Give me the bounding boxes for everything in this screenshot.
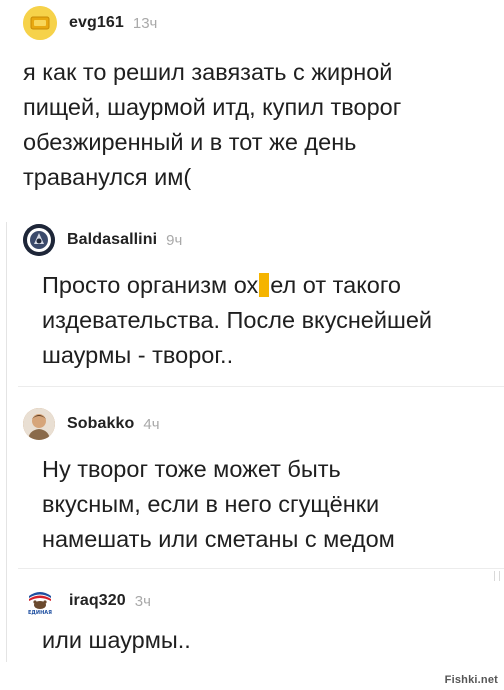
comment-line: шаурмы - творог.. — [42, 342, 234, 368]
comment-line: намешать или сметаны с медом — [42, 526, 395, 552]
username[interactable]: Baldasallini — [67, 231, 157, 249]
username[interactable]: evg161 — [69, 14, 124, 32]
timestamp: 9ч — [166, 231, 183, 249]
comment-line: пищей, шаурмой итд, купил творог — [23, 94, 402, 120]
user-photo-avatar-icon[interactable] — [23, 408, 55, 440]
username[interactable]: iraq320 — [69, 592, 126, 610]
comment-line: Просто организм ох ел от такого — [42, 268, 432, 303]
comment-header: Sobakko 4ч — [23, 408, 160, 440]
comment-segment: ел от такого — [270, 272, 401, 298]
thread-line — [6, 222, 7, 662]
scroll-indicator[interactable] — [494, 571, 500, 581]
username[interactable]: Sobakko — [67, 415, 134, 433]
watermark: Fishki.net — [444, 674, 498, 686]
divider — [18, 568, 504, 569]
timestamp: 13ч — [132, 14, 158, 32]
comment-header: Baldasallini 9ч — [23, 224, 182, 256]
comment-text: Ну творог тоже может быть вкусным, если … — [42, 452, 395, 557]
comment-line: траванулся им( — [23, 164, 192, 190]
comment-text: я как то решил завязать с жирной пищей, … — [23, 55, 401, 195]
comment-segment: Просто организм ох — [42, 272, 259, 298]
round-emblem-avatar-icon[interactable] — [23, 224, 55, 256]
comment-line: вкусным, если в него сгущёнки — [42, 491, 380, 517]
yellow-card-avatar-icon[interactable] — [23, 6, 57, 40]
comment-line: я как то решил завязать с жирной — [23, 59, 393, 85]
comment-header: evg161 13ч — [23, 6, 157, 40]
divider — [18, 386, 504, 387]
comment-text: Просто организм ох ел от такого издевател… — [42, 268, 432, 373]
comment-line: Ну творог тоже может быть — [42, 456, 341, 482]
comment-line: или шаурмы.. — [42, 627, 191, 653]
comment-header: ЕДИНАЯ iraq320 3ч — [23, 584, 151, 618]
comment-line: издевательства. После вкуснейшей — [42, 307, 433, 333]
comment-line: обезжиренный и в тот же день — [23, 129, 357, 155]
comment-text: или шаурмы.. — [42, 623, 191, 658]
avatar-caption: ЕДИНАЯ — [28, 610, 52, 616]
bear-logo-avatar-icon[interactable]: ЕДИНАЯ — [23, 584, 57, 618]
censor-mark — [259, 273, 270, 297]
timestamp: 3ч — [134, 592, 151, 610]
timestamp: 4ч — [143, 415, 160, 433]
